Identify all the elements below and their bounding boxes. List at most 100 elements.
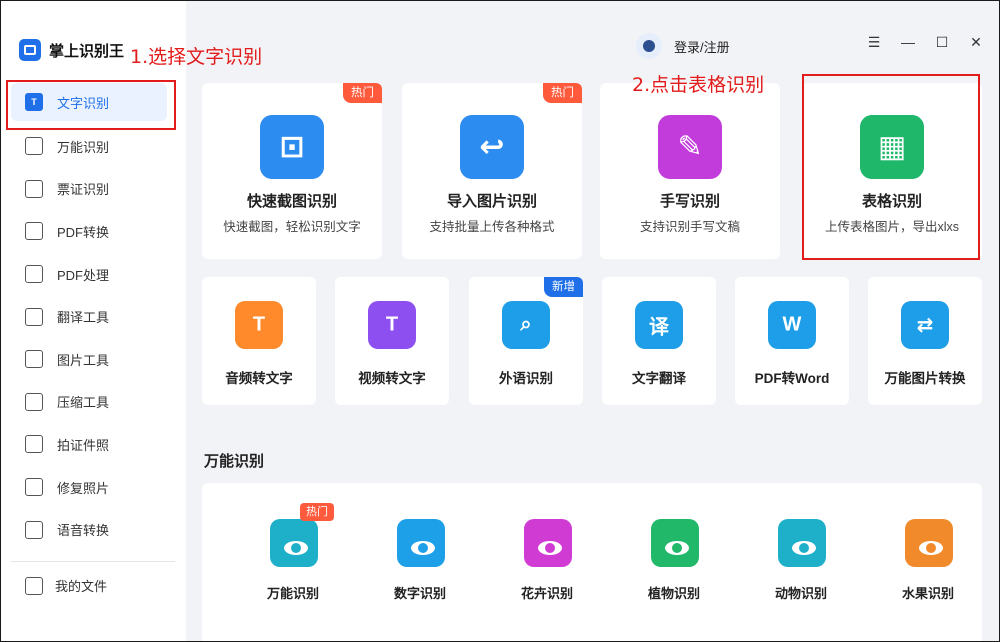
sidebar-item[interactable]: 万能识别 — [1, 125, 185, 168]
feature-description: 上传表格图片，导出xlxs — [824, 220, 960, 234]
sidebar-item-icon — [25, 520, 43, 539]
annotation-step1: 1.选择文字识别 — [130, 46, 263, 68]
tool-title: 视频转文字 — [358, 371, 426, 386]
tool-card[interactable]: T 视频转文字 — [335, 277, 449, 405]
window-controls: ☰ — ☐ ✕ — [867, 35, 983, 49]
audio-icon: T — [235, 301, 283, 349]
app-title: 掌上识别王 — [19, 39, 124, 61]
sidebar-item[interactable]: 图片工具 — [1, 338, 185, 381]
tool-card[interactable]: ⌕ 外语识别 新增 — [469, 277, 583, 405]
app-name: 掌上识别王 — [49, 42, 125, 60]
recognition-item[interactable]: 动物识别 — [738, 483, 864, 641]
sidebar-item-icon — [25, 307, 43, 326]
maximize-icon[interactable]: ☐ — [935, 35, 949, 49]
recognition-item[interactable]: 万能识别 热门 — [230, 483, 356, 641]
sidebar-item-icon — [25, 222, 43, 241]
universal-eye-icon — [270, 519, 318, 567]
translate-icon: 译 — [635, 301, 683, 349]
sidebar-item-label: 语音转换 — [57, 523, 110, 539]
sidebar-item-icon — [25, 137, 43, 156]
badge: 热门 — [300, 503, 334, 521]
recognition-title: 动物识别 — [774, 586, 827, 601]
sidebar-nav: T 文字识别万能识别票证识别 PDF转换 PDF处理翻译工具图片工具压缩工具拍证件照修… — [1, 79, 185, 551]
tool-card[interactable]: 译文字翻译 — [602, 277, 716, 405]
sidebar-item-icon — [25, 350, 43, 369]
sidebar-item-icon — [25, 179, 43, 198]
recognition-title: 水果识别 — [901, 586, 954, 601]
menu-icon[interactable]: ☰ — [867, 35, 881, 49]
sidebar-item-icon — [25, 435, 43, 454]
recognition-item[interactable]: 植物识别 — [611, 483, 737, 641]
sidebar-item-label: 压缩工具 — [57, 395, 110, 411]
feature-title: 导入图片识别 — [446, 193, 537, 210]
feature-description: 支持识别手写文稿 — [639, 220, 740, 234]
sidebar-item[interactable]: PDF转换 — [1, 210, 185, 253]
icon-glyph: ▦ — [877, 130, 907, 164]
animal-eye-icon — [778, 519, 826, 567]
recognition-item[interactable]: 花卉识别 — [484, 483, 610, 641]
number-eye-icon — [397, 519, 445, 567]
feature-title: 表格识别 — [861, 193, 922, 210]
feature-description: 支持批量上传各种格式 — [429, 220, 555, 234]
sidebar-item-icon — [25, 478, 43, 497]
feature-title: 快速截图识别 — [246, 193, 337, 210]
feature-description: 快速截图，轻松识别文字 — [223, 220, 361, 234]
title-bar: 登录/注册 ☰ — ☐ ✕ — [186, 1, 999, 71]
sidebar-item-label: 票证识别 — [57, 182, 110, 198]
tool-card[interactable]: ⇄ 万能图片转换 — [868, 277, 982, 405]
sidebar-item[interactable]: 语音转换 — [1, 508, 185, 551]
tool-title: 外语识别 — [499, 371, 553, 386]
close-icon[interactable]: ✕ — [969, 35, 983, 49]
flower-eye-icon — [524, 519, 572, 567]
sidebar-divider — [11, 561, 175, 562]
sidebar: 掌上识别王 T 文字识别万能识别票证识别 PDF转换 PDF处理翻译工具图片工具压缩工… — [1, 1, 185, 641]
icon-glyph: ↩ — [479, 130, 505, 164]
badge: 热门 — [543, 83, 582, 103]
image-convert-icon: ⇄ — [901, 301, 949, 349]
tool-title: 文字翻译 — [632, 371, 686, 386]
icon-glyph: ✎ — [677, 130, 703, 164]
sidebar-item[interactable]: PDF处理 — [1, 253, 185, 296]
handwriting-icon: ✎ — [658, 115, 722, 179]
recognition-item[interactable]: 水果识别 — [865, 483, 991, 641]
badge: 新增 — [544, 277, 583, 297]
sidebar-item-icon: T — [25, 93, 43, 111]
recognition-title: 数字识别 — [393, 586, 446, 601]
login-register[interactable]: 登录/注册 — [636, 33, 730, 59]
sidebar-item[interactable]: 翻译工具 — [1, 295, 185, 338]
sidebar-item-icon — [25, 265, 43, 284]
sidebar-item-label: 图片工具 — [57, 352, 110, 368]
recognition-title: 万能识别 — [266, 586, 319, 601]
sidebar-item-my-files[interactable]: 我的文件 — [25, 576, 107, 595]
annotation-step2: 2.点击表格识别 — [632, 74, 765, 96]
foreign-language-icon: ⌕ — [502, 301, 550, 349]
sidebar-item-label: 翻译工具 — [57, 310, 110, 326]
import-image-icon: ↩ — [460, 115, 524, 179]
tool-title: PDF转Word — [754, 371, 830, 386]
sidebar-item-label: 拍证件照 — [57, 437, 110, 453]
feature-card[interactable]: ⊡ 快速截图识别快速截图，轻松识别文字 热门 — [202, 83, 382, 259]
sidebar-item[interactable]: 压缩工具 — [1, 381, 185, 424]
sidebar-item[interactable]: 票证识别 — [1, 168, 185, 211]
tool-card[interactable]: T 音频转文字 — [202, 277, 316, 405]
sidebar-item-label: 修复照片 — [57, 480, 110, 496]
table-icon: ▦ — [860, 115, 924, 179]
recognition-title: 植物识别 — [647, 586, 700, 601]
icon-glyph: 译 — [649, 316, 669, 339]
minimize-icon[interactable]: — — [901, 35, 915, 49]
badge: 热门 — [343, 83, 382, 103]
feature-card[interactable]: ↩ 导入图片识别支持批量上传各种格式 热门 — [402, 83, 582, 259]
tool-title: 音频转文字 — [225, 371, 293, 386]
sidebar-item[interactable]: 拍证件照 — [1, 423, 185, 466]
sidebar-item[interactable]: T 文字识别 — [11, 83, 167, 121]
sidebar-item-label: 万能识别 — [57, 139, 110, 155]
recognition-item[interactable]: 数字识别 — [357, 483, 483, 641]
tool-card[interactable]: W PDF转Word — [735, 277, 849, 405]
avatar-icon — [636, 33, 662, 59]
feature-card[interactable]: ▦ 表格识别上传表格图片，导出xlxs — [802, 83, 982, 259]
crop-icon: ⊡ — [260, 115, 324, 179]
login-label: 登录/注册 — [674, 39, 730, 55]
sidebar-item-label: 我的文件 — [55, 579, 108, 594]
sidebar-item[interactable]: 修复照片 — [1, 466, 185, 509]
feature-card[interactable]: ✎ 手写识别 支持识别手写文稿 — [600, 83, 780, 259]
